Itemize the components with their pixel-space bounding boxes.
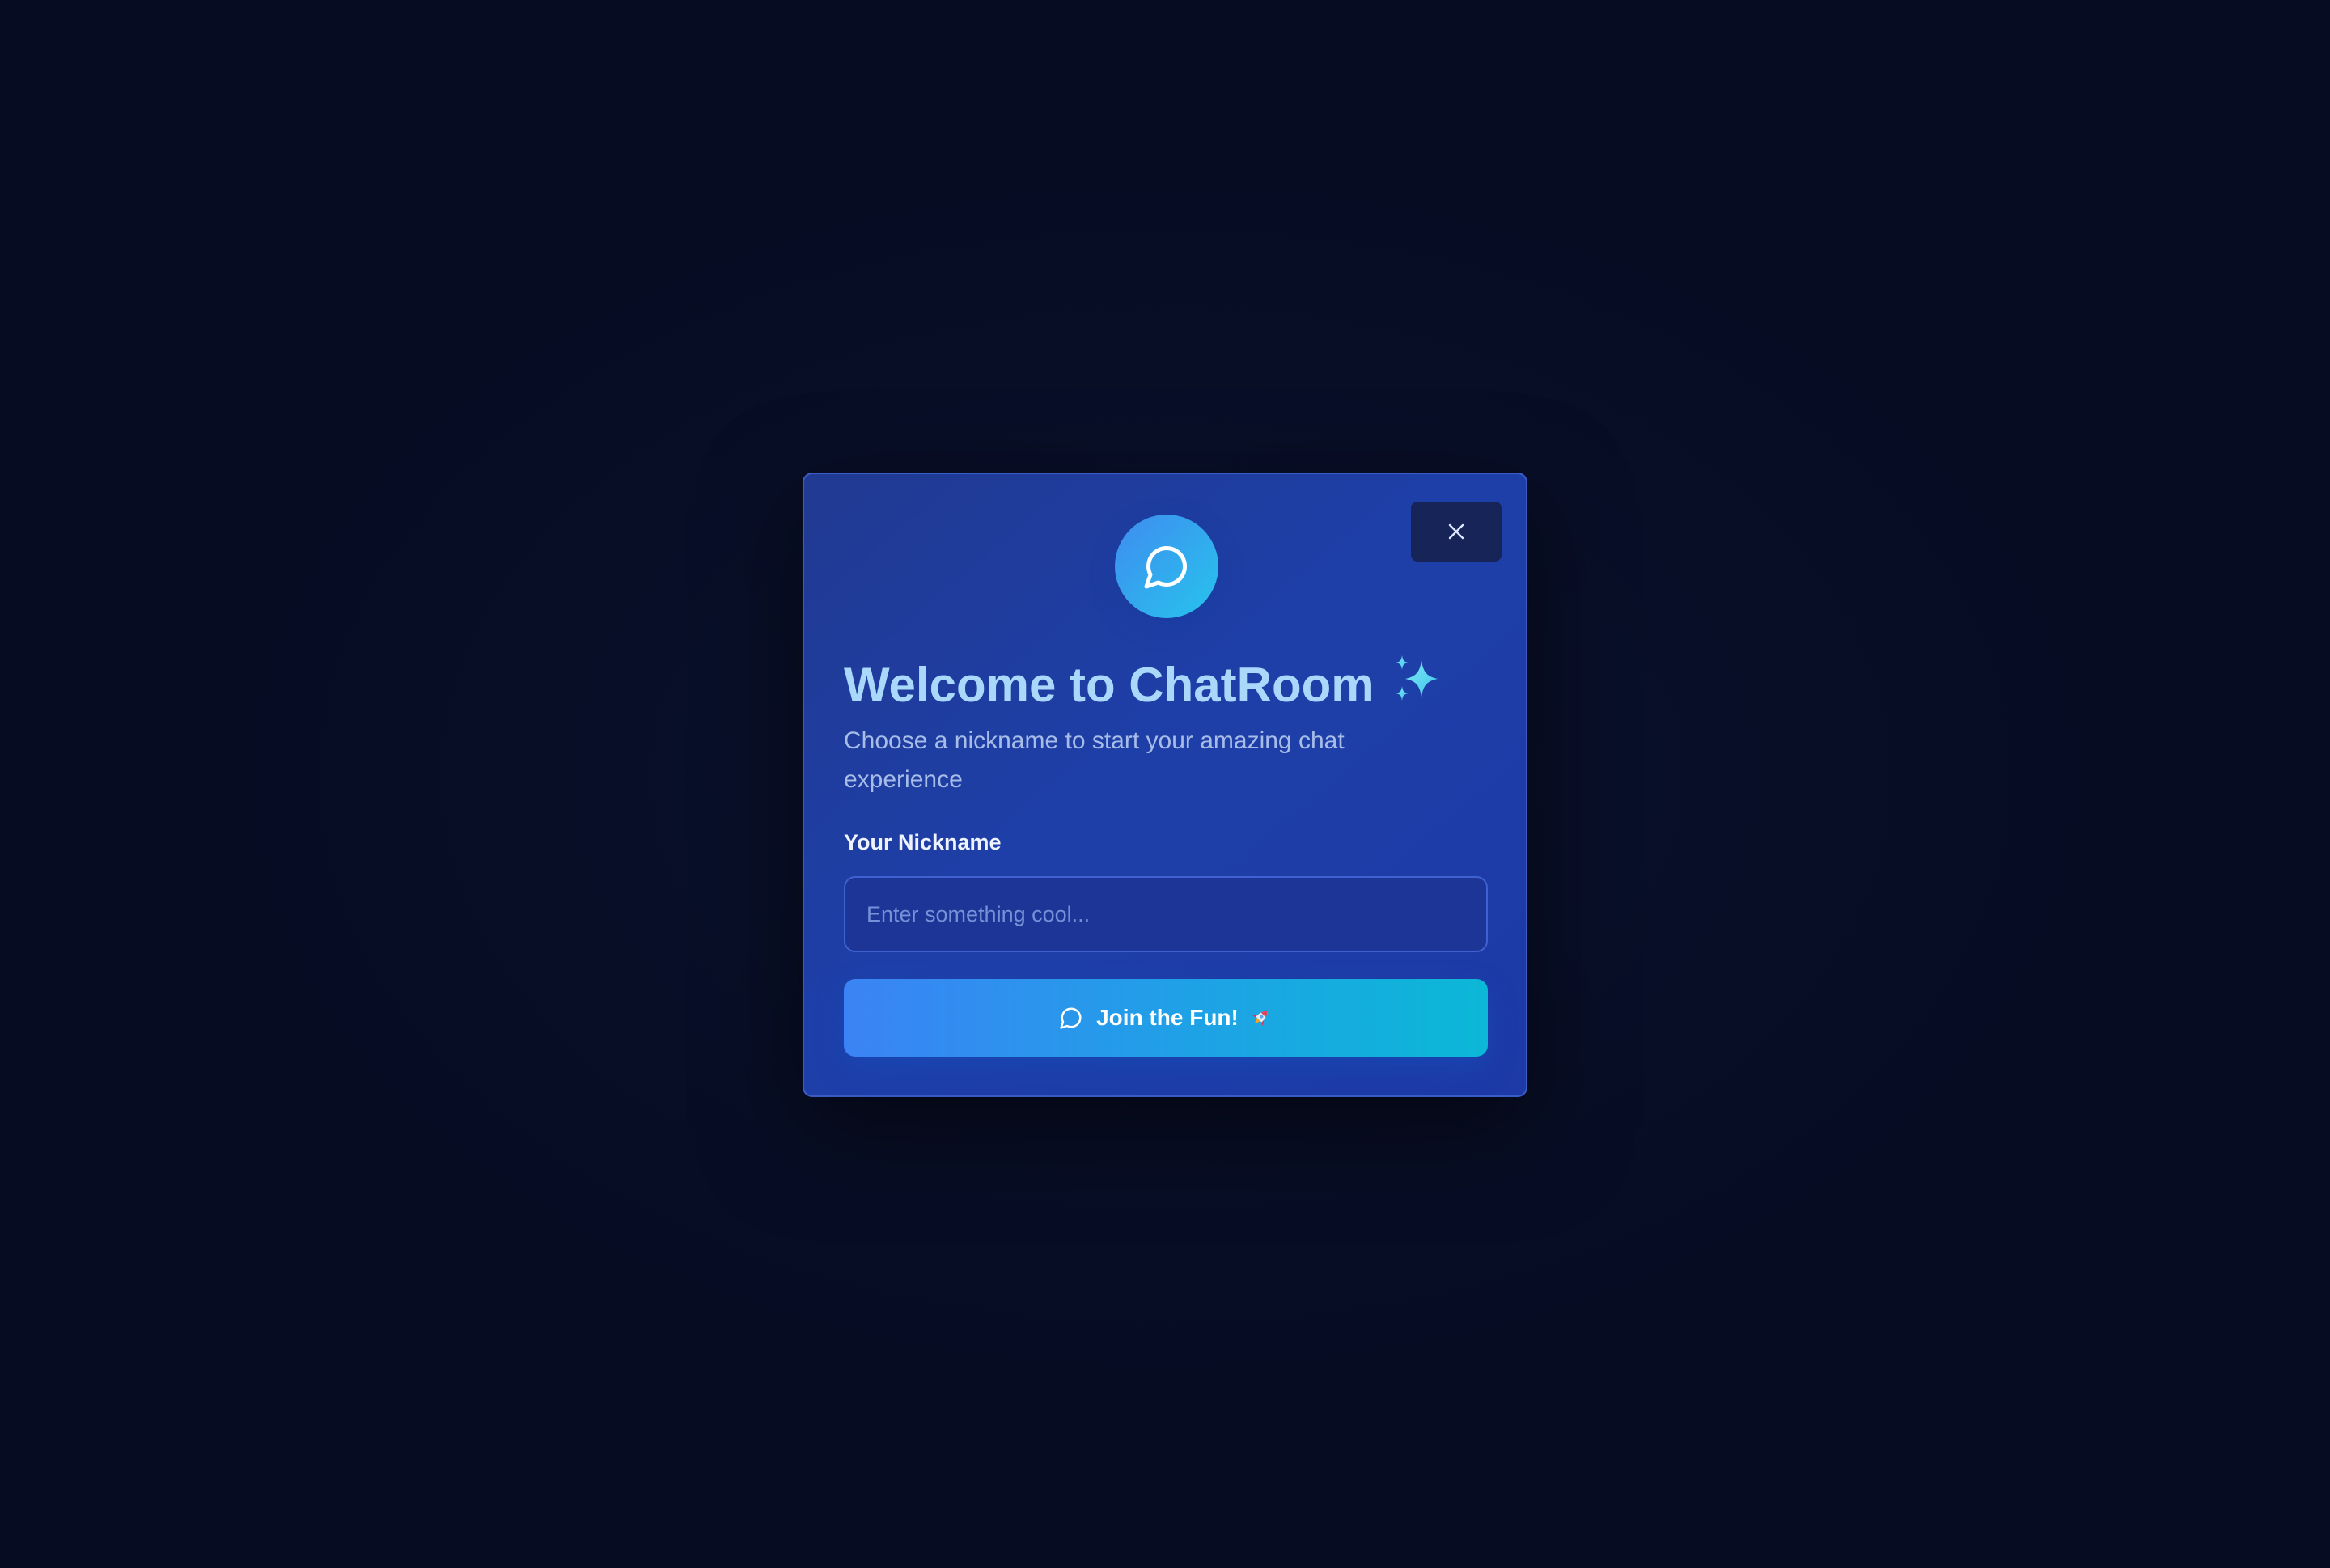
nickname-input[interactable] — [844, 876, 1488, 952]
modal-title-text: Welcome to ChatRoom — [844, 658, 1375, 712]
sparkles-icon — [1392, 654, 1446, 717]
close-button[interactable] — [1411, 502, 1502, 562]
welcome-modal: Welcome to ChatRoom Choose a nickname to… — [803, 473, 1527, 1097]
modal-subtitle: Choose a nickname to start your amazing … — [844, 727, 1345, 793]
chat-bubble-icon — [1142, 542, 1191, 591]
rocket-icon — [1248, 1006, 1273, 1030]
close-icon — [1447, 522, 1466, 541]
join-button[interactable]: Join the Fun! — [844, 979, 1488, 1057]
chat-bubble-icon — [1059, 1006, 1083, 1030]
chat-logo — [1115, 515, 1218, 618]
join-button-label: Join the Fun! — [1096, 1005, 1239, 1030]
modal-title: Welcome to ChatRoom — [844, 654, 1446, 717]
nickname-label: Your Nickname — [844, 830, 1002, 854]
